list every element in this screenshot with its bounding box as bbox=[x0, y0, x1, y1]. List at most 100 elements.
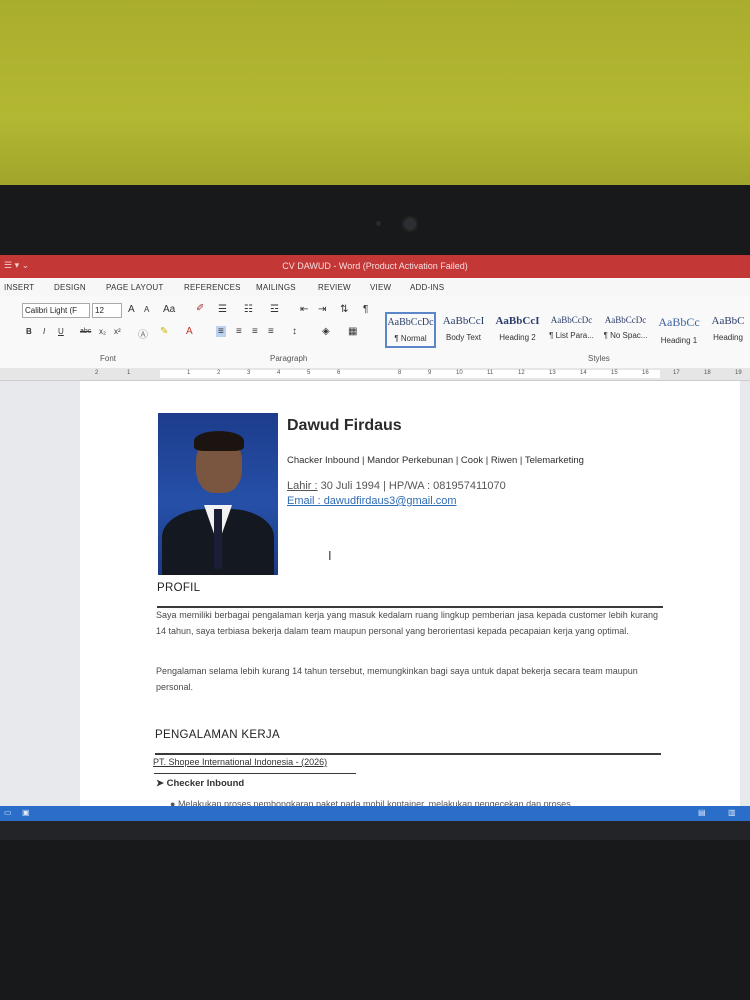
italic-button[interactable]: I bbox=[43, 327, 45, 336]
ruler-number: 4 bbox=[277, 370, 281, 376]
experience-heading: PENGALAMAN KERJA bbox=[155, 729, 280, 741]
style-name: Body Text bbox=[446, 333, 481, 342]
superscript-button[interactable]: x² bbox=[114, 327, 121, 336]
tab-design[interactable]: DESIGN bbox=[54, 283, 86, 292]
highlight-color-icon[interactable]: ✎ bbox=[160, 326, 168, 337]
tab-page-layout[interactable]: PAGE LAYOUT bbox=[106, 283, 163, 292]
style-heading-1[interactable]: AaBbCc Heading 1 bbox=[654, 312, 704, 348]
birth-text: 30 Juli 1994 | HP/WA : 081957411070 bbox=[320, 480, 506, 492]
email-link[interactable]: dawudfirdaus3@gmail.com bbox=[324, 495, 457, 507]
print-layout-icon[interactable]: ▥ bbox=[728, 808, 736, 817]
ruler-number: 1 bbox=[127, 370, 131, 376]
horizontal-ruler[interactable]: 2 1 1 2 3 4 5 6 8 9 10 11 12 13 14 15 16… bbox=[0, 368, 750, 381]
style-normal[interactable]: AaBbCcDc ¶ Normal bbox=[385, 312, 436, 348]
ruler-number: 8 bbox=[398, 370, 402, 376]
experience-rule bbox=[155, 753, 661, 755]
read-mode-icon[interactable]: ▤ bbox=[698, 808, 706, 817]
font-color-icon[interactable]: A bbox=[186, 326, 193, 337]
line-spacing-icon[interactable]: ↕ bbox=[292, 326, 297, 337]
justify-icon[interactable]: ≡ bbox=[268, 326, 274, 337]
profil-heading: PROFIL bbox=[157, 582, 201, 594]
style-preview: AaBbC bbox=[711, 315, 745, 327]
underline-button[interactable]: U bbox=[58, 327, 64, 336]
title-bar: ☰ ▾ ⌄ CV DAWUD - Word (Product Activatio… bbox=[0, 255, 750, 278]
ruler-number: 13 bbox=[549, 370, 556, 376]
font-size-box[interactable]: 12 bbox=[92, 303, 122, 318]
job-title: ➤ Checker Inbound bbox=[156, 778, 244, 789]
tab-add-ins[interactable]: ADD-INS bbox=[410, 283, 444, 292]
align-right-icon[interactable]: ≡ bbox=[252, 326, 258, 337]
decrease-indent-icon[interactable]: ⇤ bbox=[300, 304, 308, 315]
tab-references[interactable]: REFERENCES bbox=[184, 283, 241, 292]
arrow-bullet-icon: ➤ bbox=[156, 778, 167, 789]
font-group-label: Font bbox=[100, 354, 117, 363]
strikethrough-button[interactable]: abc bbox=[80, 328, 91, 335]
company-rule bbox=[154, 773, 356, 774]
grow-font-button[interactable]: A bbox=[128, 304, 135, 315]
subscript-button[interactable]: x₂ bbox=[99, 327, 106, 336]
align-left-icon[interactable]: ≡ bbox=[216, 326, 226, 337]
ruler-number: 3 bbox=[247, 370, 251, 376]
tab-review[interactable]: REVIEW bbox=[318, 283, 351, 292]
status-bar: ▭ ▣ ▤ ▥ bbox=[0, 806, 750, 821]
background-wall bbox=[0, 0, 750, 195]
screen-bottom-edge bbox=[0, 821, 750, 840]
shading-icon[interactable]: ◈ bbox=[322, 326, 330, 337]
bullets-icon[interactable]: ☰ bbox=[218, 304, 227, 315]
profil-paragraph-2: Pengalaman selama lebih kurang 14 tahun … bbox=[156, 666, 638, 692]
ruler-number: 14 bbox=[580, 370, 587, 376]
ruler-number: 11 bbox=[487, 370, 494, 376]
tab-insert[interactable]: INSERT bbox=[4, 283, 34, 292]
bold-button[interactable]: B bbox=[26, 327, 32, 336]
ruler-number: 1 bbox=[187, 370, 191, 376]
ruler-number: 12 bbox=[518, 370, 525, 376]
company-name: PT. Shopee International Indonesia - (20… bbox=[153, 757, 328, 767]
cv-email-line[interactable]: Email : dawudfirdaus3@gmail.com bbox=[287, 495, 457, 507]
borders-icon[interactable]: ▦ bbox=[348, 326, 357, 337]
style-heading-2[interactable]: AaBbCcI Heading 2 bbox=[492, 312, 543, 348]
align-center-icon[interactable]: ≡ bbox=[236, 326, 242, 337]
clear-formatting-icon[interactable]: ✐ bbox=[196, 303, 204, 314]
styles-group-label: Styles bbox=[588, 354, 610, 363]
ruler-number: 2 bbox=[95, 370, 99, 376]
style-list-paragraph[interactable]: AaBbCcDc ¶ List Para... bbox=[546, 312, 597, 348]
style-name: ¶ No Spac... bbox=[603, 331, 648, 340]
window-title: CV DAWUD - Word (Product Activation Fail… bbox=[282, 261, 468, 271]
style-heading[interactable]: AaBbC Heading bbox=[706, 312, 750, 348]
ruler-number: 6 bbox=[337, 370, 341, 376]
text-cursor-icon: I bbox=[328, 548, 332, 563]
style-name: Heading 1 bbox=[660, 336, 698, 345]
multilevel-list-icon[interactable]: ☲ bbox=[270, 304, 279, 315]
style-preview: AaBbCcI bbox=[442, 315, 485, 327]
text-effects-icon[interactable]: Ⓐ bbox=[138, 326, 148, 341]
style-preview: AaBbCcDc bbox=[550, 315, 593, 325]
style-preview: AaBbCcI bbox=[495, 315, 540, 327]
tab-mailings[interactable]: MAILINGS bbox=[256, 283, 296, 292]
ruler-number: 19 bbox=[735, 370, 742, 376]
cv-roles: Chacker Inbound | Mandor Perkebunan | Co… bbox=[287, 455, 584, 466]
proofing-icon[interactable]: ▣ bbox=[22, 808, 30, 817]
ruler-number: 18 bbox=[704, 370, 711, 376]
style-name: Heading 2 bbox=[499, 333, 536, 342]
increase-indent-icon[interactable]: ⇥ bbox=[318, 304, 326, 315]
profile-photo bbox=[158, 413, 278, 575]
ribbon-tabs: INSERT DESIGN PAGE LAYOUT REFERENCES MAI… bbox=[0, 278, 750, 296]
style-name: ¶ Normal bbox=[394, 334, 427, 343]
email-label: Email : bbox=[287, 495, 321, 507]
webcam bbox=[404, 218, 416, 230]
style-no-spacing[interactable]: AaBbCcDc ¶ No Spac... bbox=[600, 312, 651, 348]
font-name-box[interactable]: Calibri Light (F bbox=[22, 303, 90, 318]
style-body-text[interactable]: AaBbCcI Body Text bbox=[438, 312, 489, 348]
birth-label: Lahir : bbox=[287, 480, 318, 492]
show-marks-icon[interactable]: ¶ bbox=[363, 304, 368, 315]
cv-birth-line: Lahir : 30 Juli 1994 | HP/WA : 081957411… bbox=[287, 480, 506, 492]
job-title-text: Checker Inbound bbox=[166, 778, 245, 789]
shrink-font-button[interactable]: A bbox=[144, 305, 149, 314]
tab-view[interactable]: VIEW bbox=[370, 283, 391, 292]
ruler-number: 5 bbox=[307, 370, 311, 376]
page-status-icon[interactable]: ▭ bbox=[4, 808, 12, 817]
change-case-button[interactable]: Aa bbox=[163, 304, 175, 315]
style-name: ¶ List Para... bbox=[549, 331, 594, 340]
numbering-icon[interactable]: ☷ bbox=[244, 304, 253, 315]
sort-icon[interactable]: ⇅ bbox=[340, 304, 348, 315]
